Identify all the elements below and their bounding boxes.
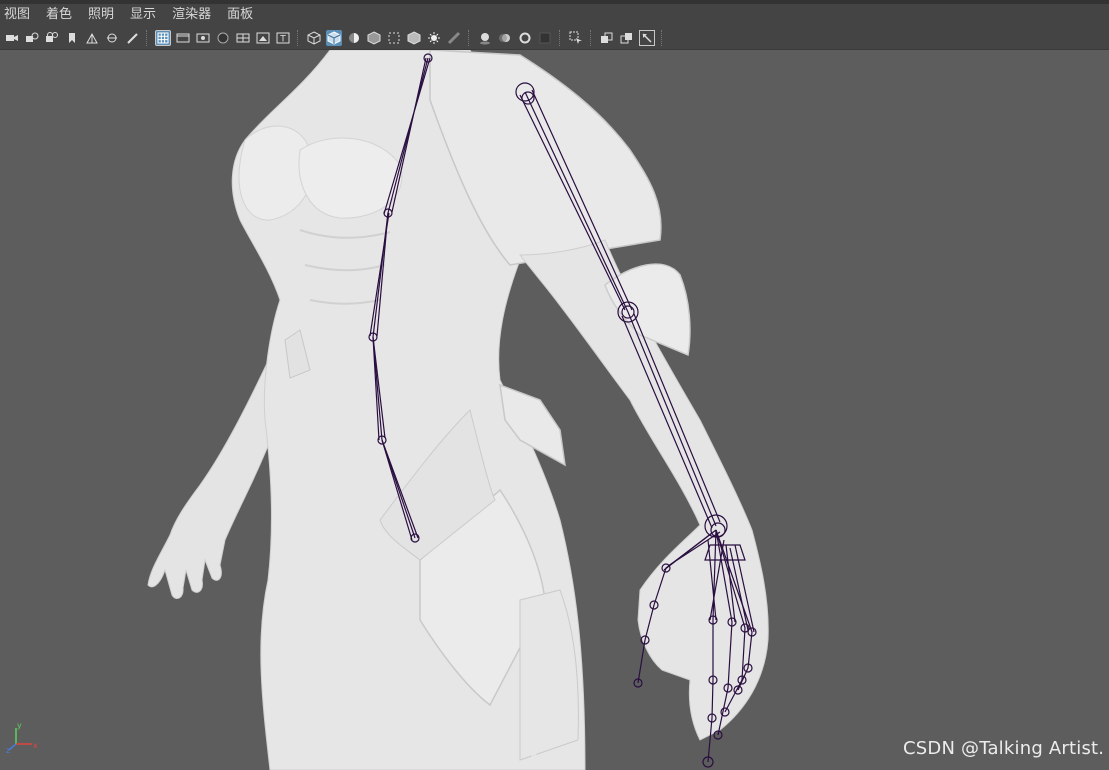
svg-text:T: T	[279, 34, 286, 44]
toolbar-separator	[146, 29, 149, 46]
viewport-persp[interactable]: y x z persp CSDN @Talking Artist.	[0, 50, 1109, 770]
view-transform-icon[interactable]	[104, 30, 120, 46]
isolate-select-icon[interactable]	[568, 30, 584, 46]
safe-title-icon[interactable]: T	[275, 30, 291, 46]
safe-action-icon[interactable]	[255, 30, 271, 46]
default-material-icon[interactable]	[346, 30, 362, 46]
watermark: CSDN @Talking Artist.	[903, 738, 1105, 759]
camera-name-label: persp	[531, 752, 560, 762]
camera-icon[interactable]	[4, 30, 20, 46]
panel-toolbar: T	[0, 26, 1109, 50]
toolbar-separator	[468, 29, 471, 46]
shadows-icon[interactable]	[446, 30, 462, 46]
menu-shading[interactable]: 着色	[46, 5, 72, 25]
toolbar-separator	[661, 29, 664, 46]
bookmark-icon[interactable]	[64, 30, 80, 46]
wireframe-on-shaded-icon[interactable]	[366, 30, 382, 46]
field-chart-icon[interactable]	[235, 30, 251, 46]
toolbar-separator	[590, 29, 593, 46]
menu-lighting[interactable]: 照明	[88, 5, 114, 25]
menu-show[interactable]: 显示	[130, 5, 156, 25]
view-axis-indicator: y x z	[6, 720, 40, 755]
motion-blur-icon[interactable]	[497, 30, 513, 46]
smooth-shade-icon[interactable]	[326, 29, 342, 46]
pen-icon[interactable]	[124, 30, 140, 46]
multisample-aa-icon[interactable]	[517, 30, 533, 46]
use-all-lights-icon[interactable]	[406, 30, 422, 46]
scene-render	[147, 50, 769, 770]
light-icon[interactable]	[426, 30, 442, 46]
axis-z-label: z	[6, 746, 10, 754]
camera-attributes-icon[interactable]	[24, 30, 40, 46]
depth-of-field-icon[interactable]	[537, 30, 553, 46]
toolbar-separator	[297, 29, 300, 46]
toolbar-separator	[559, 29, 562, 46]
menu-renderer[interactable]: 渲染器	[172, 5, 211, 25]
xray-active-components-icon[interactable]	[619, 30, 635, 46]
film-gate-icon[interactable]	[175, 30, 191, 46]
xray-icon[interactable]	[386, 30, 402, 46]
menu-view[interactable]: 视图	[4, 5, 30, 25]
image-plane-icon[interactable]	[84, 30, 100, 46]
gate-mask-icon[interactable]	[215, 30, 231, 46]
grid-icon[interactable]	[155, 29, 171, 46]
resolution-gate-icon[interactable]	[195, 30, 211, 46]
axis-x-label: x	[33, 741, 38, 750]
axis-y-label: y	[17, 721, 22, 730]
camera-bookmark-icon[interactable]	[44, 30, 60, 46]
model-left-arm	[147, 339, 279, 599]
wireframe-icon[interactable]	[306, 30, 322, 46]
menu-bar: 视图 着色 照明 显示 渲染器 面板	[0, 0, 1109, 26]
two-sided-lighting-icon[interactable]	[639, 29, 655, 46]
menu-panels[interactable]: 面板	[227, 5, 253, 25]
xray-joints-icon[interactable]	[599, 30, 615, 46]
screen-space-ao-icon[interactable]	[477, 30, 493, 46]
